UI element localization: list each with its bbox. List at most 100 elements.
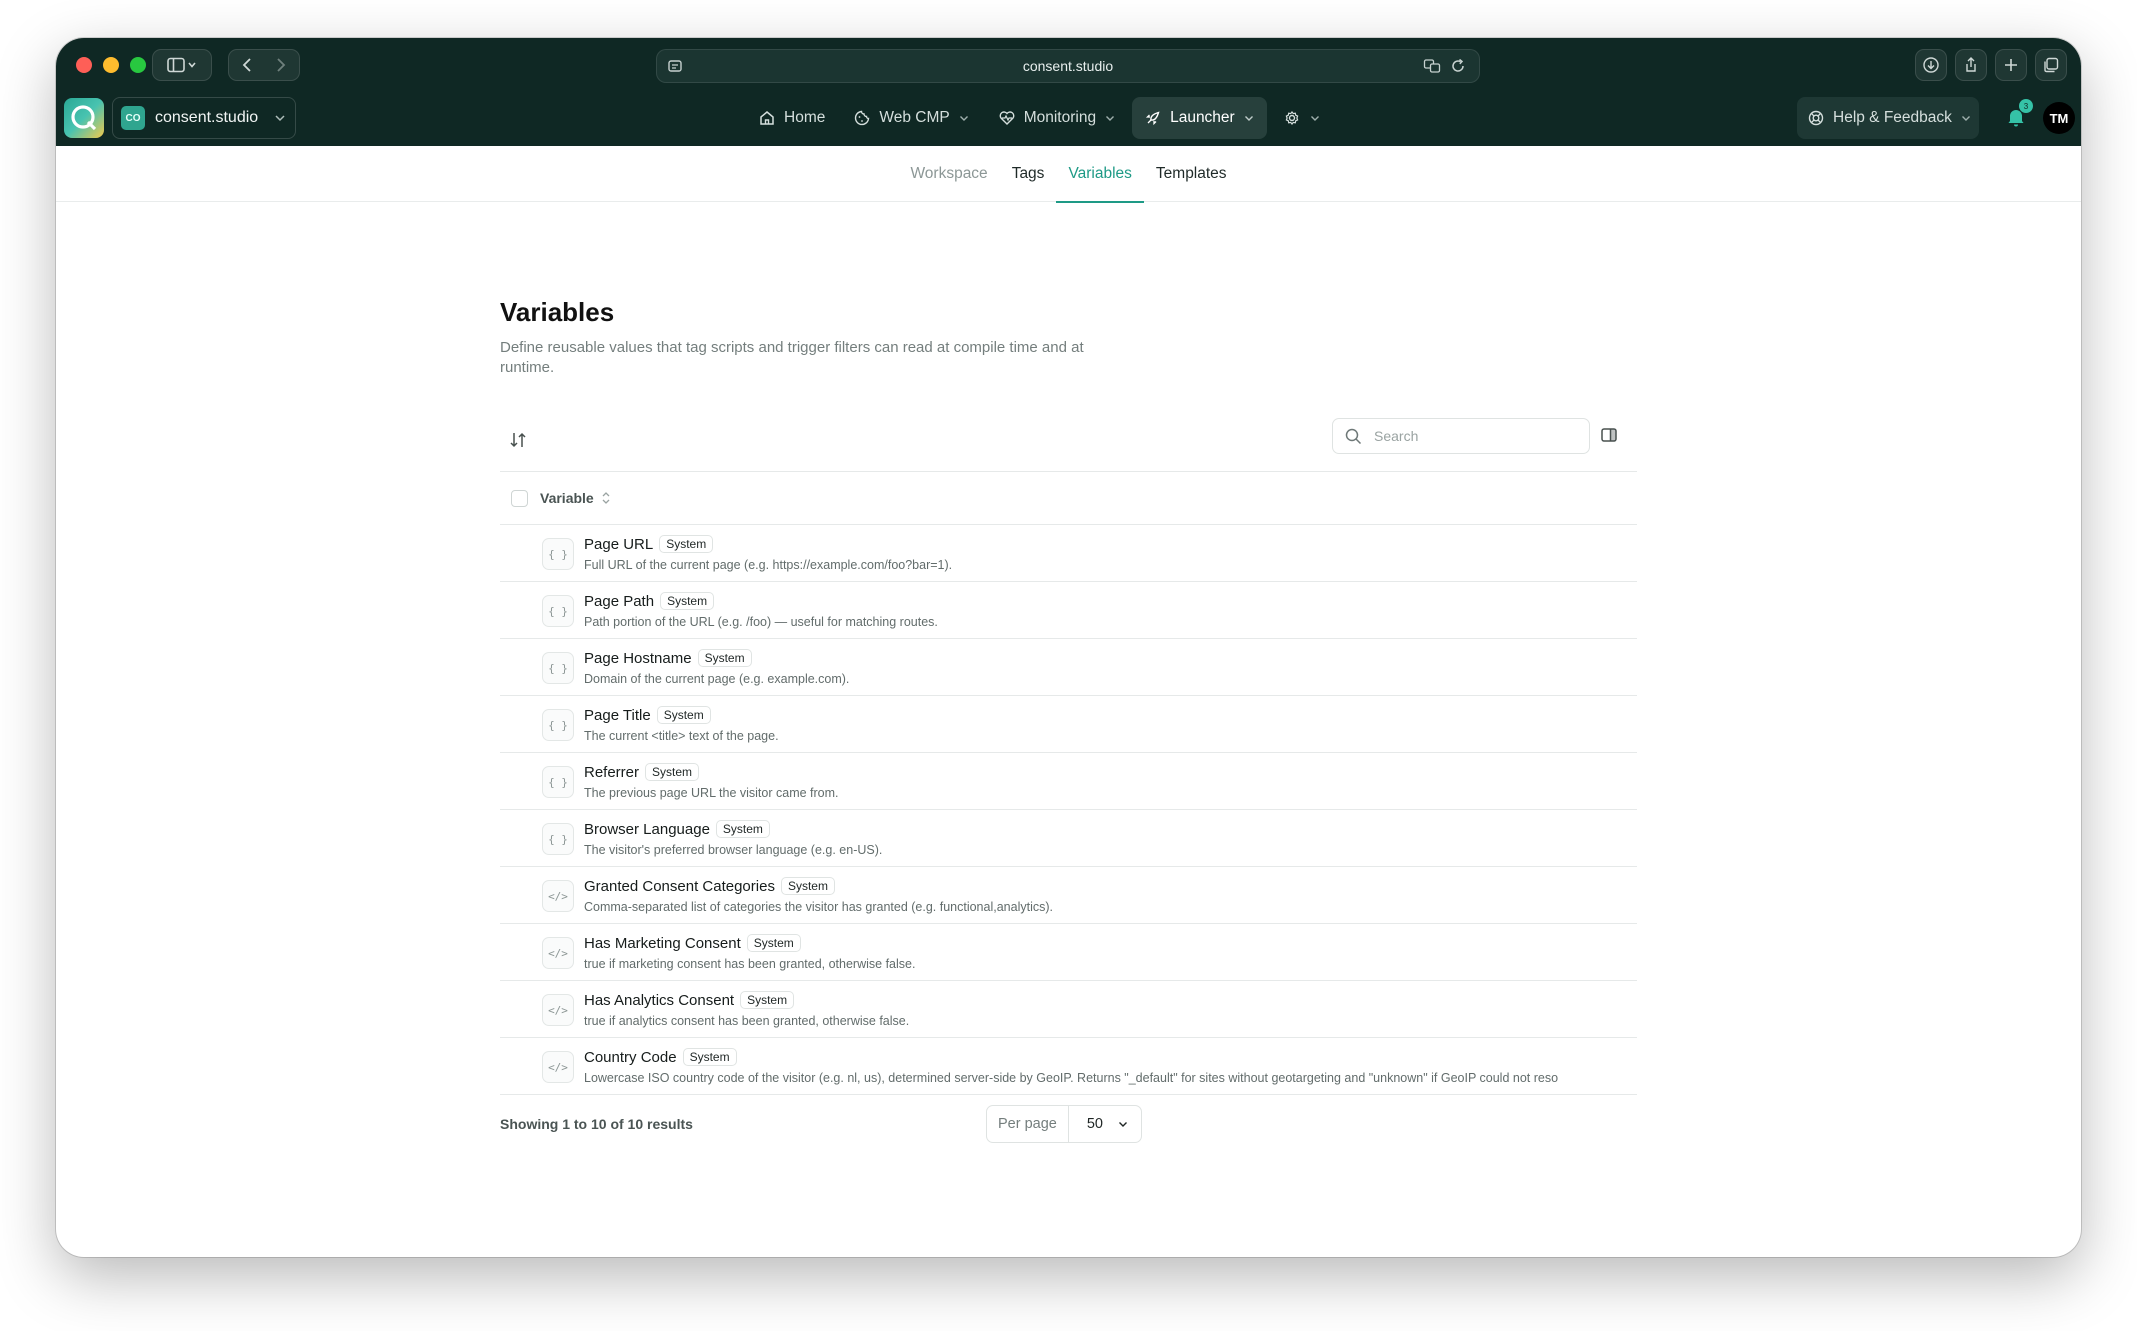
plus-icon — [2005, 59, 2017, 71]
variable-name-line: Has Analytics Consent System — [584, 991, 795, 1009]
results-summary: Showing 1 to 10 of 10 results — [500, 1116, 693, 1132]
help-feedback-button[interactable]: Help & Feedback — [1797, 97, 1979, 139]
variable-name[interactable]: Page Title — [584, 707, 651, 724]
chevron-down-icon — [275, 115, 285, 122]
variable-braces-icon: { } — [542, 652, 574, 684]
tab-workspace[interactable]: Workspace — [898, 146, 999, 202]
variable-name-line: Page Title System — [584, 706, 711, 724]
variable-description: true if marketing consent has been grant… — [584, 957, 916, 971]
downloads-button[interactable] — [1915, 49, 1947, 81]
translate-icon[interactable] — [1423, 57, 1441, 75]
search-input[interactable] — [1374, 428, 1574, 444]
share-button[interactable] — [1955, 49, 1987, 81]
minimize-window-button[interactable] — [103, 57, 119, 73]
variable-name[interactable]: Has Marketing Consent — [584, 935, 741, 952]
window-controls — [76, 57, 146, 73]
tab-tags[interactable]: Tags — [1000, 146, 1057, 202]
nav-web-cmp[interactable]: Web CMP — [841, 97, 981, 139]
table-row[interactable]: { } Page Hostname System Domain of the cu… — [500, 639, 1637, 696]
new-tab-button[interactable] — [1995, 49, 2027, 81]
per-page-value[interactable]: 50 — [1069, 1116, 1141, 1132]
back-icon[interactable] — [238, 57, 258, 73]
chevron-down-icon — [1106, 116, 1115, 121]
table-row[interactable]: </> Has Analytics Consent System true if … — [500, 981, 1637, 1038]
table-row[interactable]: { } Page Path System Path portion of the … — [500, 582, 1637, 639]
tab-variables[interactable]: Variables — [1056, 146, 1145, 203]
table-row[interactable]: { } Page Title System The current <title>… — [500, 696, 1637, 753]
variable-description: Domain of the current page (e.g. example… — [584, 672, 850, 686]
variable-name[interactable]: Page URL — [584, 536, 653, 553]
variable-name[interactable]: Granted Consent Categories — [584, 878, 775, 895]
variable-braces-icon: { } — [542, 709, 574, 741]
variable-name[interactable]: Referrer — [584, 764, 639, 781]
per-page-select[interactable]: Per page 50 — [986, 1105, 1142, 1143]
logo-mark-icon — [71, 105, 97, 131]
avatar[interactable]: TM — [2043, 102, 2075, 134]
search-box — [1332, 418, 1590, 454]
page-settings-icon[interactable] — [667, 58, 683, 74]
sidebar-toggle-button[interactable] — [152, 49, 212, 81]
search-icon — [1345, 428, 1362, 444]
workspace-badge: CO — [121, 106, 145, 130]
browser-toolbar: consent.studio CO consent.studio Home We… — [56, 38, 2081, 146]
variable-name[interactable]: Page Hostname — [584, 650, 692, 667]
table-body: { } Page URL System Full URL of the curre… — [500, 525, 1637, 1095]
url-text: consent.studio — [1022, 58, 1114, 74]
url-actions — [1423, 57, 1467, 75]
sidebar-icon — [167, 57, 196, 73]
sort-icon[interactable] — [508, 430, 528, 450]
variable-description: true if analytics consent has been grant… — [584, 1014, 910, 1028]
forward-icon[interactable] — [270, 57, 290, 73]
chevron-down-icon — [959, 116, 968, 121]
system-badge: System — [660, 592, 715, 610]
system-badge: System — [645, 763, 700, 781]
table-row[interactable]: </> Granted Consent Categories System Com… — [500, 867, 1637, 924]
nav-monitoring[interactable]: Monitoring — [986, 97, 1128, 139]
app-logo[interactable] — [64, 98, 104, 138]
system-badge: System — [780, 877, 835, 895]
close-window-button[interactable] — [76, 57, 92, 73]
sort-toggle-icon[interactable] — [600, 489, 612, 507]
browser-actions — [1915, 49, 2067, 81]
variable-description: Lowercase ISO country code of the visito… — [584, 1071, 1559, 1085]
variable-name[interactable]: Page Path — [584, 593, 654, 610]
chevron-down-icon — [1961, 116, 1970, 121]
table-row[interactable]: { } Page URL System Full URL of the curre… — [500, 525, 1637, 582]
variable-name[interactable]: Country Code — [584, 1049, 677, 1066]
heart-pulse-icon — [999, 111, 1015, 125]
address-bar[interactable]: consent.studio — [656, 49, 1480, 83]
table-toolbar — [500, 418, 1637, 472]
page-title: Variables — [500, 297, 615, 327]
lifebuoy-icon — [1808, 110, 1824, 126]
table-row[interactable]: </> Has Marketing Consent System true if … — [500, 924, 1637, 981]
column-header-variable[interactable]: Variable — [540, 490, 594, 506]
nav-home[interactable]: Home — [746, 97, 837, 139]
variable-name[interactable]: Has Analytics Consent — [584, 992, 734, 1009]
system-badge: System — [659, 535, 714, 553]
main-nav: Home Web CMP Monitoring Launcher — [746, 97, 1333, 139]
tab-overview-button[interactable] — [2035, 49, 2067, 81]
table-row[interactable]: { } Referrer System The previous page URL… — [500, 753, 1637, 810]
variable-name[interactable]: Browser Language — [584, 821, 710, 838]
table-row[interactable]: { } Browser Language System The visitor's… — [500, 810, 1637, 867]
workspace-name: consent.studio — [155, 109, 259, 126]
variable-braces-icon: { } — [542, 595, 574, 627]
columns-toggle-icon[interactable] — [1600, 426, 1618, 444]
nav-settings[interactable] — [1271, 97, 1333, 139]
reload-icon[interactable] — [1449, 57, 1467, 75]
variable-description: Path portion of the URL (e.g. /foo) — us… — [584, 615, 938, 629]
table-row[interactable]: </> Country Code System Lowercase ISO cou… — [500, 1038, 1637, 1095]
workspace-selector[interactable]: CO consent.studio — [112, 97, 296, 139]
variable-name-line: Browser Language System — [584, 820, 770, 838]
nav-launcher[interactable]: Launcher — [1132, 97, 1267, 139]
select-all-checkbox[interactable] — [511, 489, 528, 507]
variable-description: The visitor's preferred browser language… — [584, 843, 883, 857]
cookie-icon — [855, 110, 870, 126]
system-badge: System — [697, 649, 752, 667]
system-badge: System — [740, 991, 795, 1009]
chevron-down-icon — [1119, 1122, 1127, 1127]
share-icon — [1966, 57, 1976, 72]
variable-code-icon: </> — [542, 994, 574, 1026]
tab-templates[interactable]: Templates — [1144, 146, 1239, 202]
zoom-window-button[interactable] — [130, 57, 146, 73]
